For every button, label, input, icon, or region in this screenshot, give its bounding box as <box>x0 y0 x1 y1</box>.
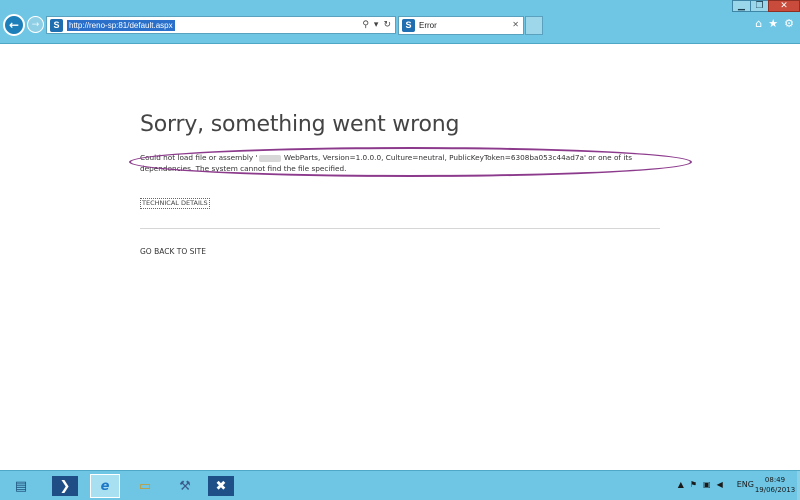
language-indicator[interactable]: ENG <box>737 480 754 489</box>
close-button[interactable]: ✕ <box>768 0 800 12</box>
flag-icon[interactable]: ⚑ <box>690 480 697 489</box>
sharepoint-config-button[interactable]: ⚒ <box>170 474 200 498</box>
page-content: Sorry, something went wrong Could not lo… <box>0 44 800 470</box>
address-bar[interactable]: S http://reno-sp:81/default.aspx ⚲ ▾ ↻ <box>46 16 396 34</box>
tools-icon: ✖ <box>215 478 227 494</box>
close-icon[interactable]: ✕ <box>512 20 519 29</box>
taskbar: ▤ ❯ e ▭ ⚒ ✖ ▲ ⚑ ▣ ◀ ENG 08:49 19/06/2013 <box>0 470 800 500</box>
folder-icon: ▭ <box>138 478 152 494</box>
url-text[interactable]: http://reno-sp:81/default.aspx <box>67 19 175 31</box>
highlight-ellipse <box>129 147 692 177</box>
chevron-up-icon[interactable]: ▲ <box>678 480 684 489</box>
sharepoint-favicon-icon: S <box>50 18 63 32</box>
technical-details-link[interactable]: TECHNICAL DETAILS <box>140 198 210 209</box>
new-tab-button[interactable] <box>525 16 543 35</box>
sharepoint-config-icon: ⚒ <box>179 478 191 494</box>
clock[interactable]: 08:49 19/06/2013 <box>754 475 796 495</box>
go-back-link[interactable]: GO BACK TO SITE <box>140 247 206 256</box>
server-manager-icon: ▤ <box>14 478 28 494</box>
file-explorer-button[interactable]: ▭ <box>130 474 160 498</box>
page-title: Sorry, something went wrong <box>140 112 460 137</box>
back-button[interactable]: ← <box>3 14 25 36</box>
address-tools: ⚲ ▾ ↻ <box>362 17 391 33</box>
forward-button[interactable]: → <box>27 16 44 33</box>
network-icon[interactable]: ▣ <box>703 480 711 489</box>
minimize-button[interactable]: ▁ <box>732 0 750 12</box>
tools-button[interactable]: ✖ <box>208 476 234 496</box>
search-icon[interactable]: ⚲ <box>362 20 369 30</box>
server-manager-button[interactable]: ▤ <box>6 474 36 498</box>
internet-explorer-icon: e <box>100 478 110 494</box>
powershell-icon: ❯ <box>59 478 71 494</box>
window-controls: ▁ ❐ ✕ <box>732 0 800 12</box>
system-tray: ▲ ⚑ ▣ ◀ ENG <box>678 480 754 489</box>
browser-toolbar-icons: ⌂ ★ ⚙ <box>755 17 794 30</box>
arrow-left-icon: ← <box>8 18 20 32</box>
clock-time: 08:49 <box>764 476 786 484</box>
browser-chrome: ▁ ❐ ✕ ← → S http://reno-sp:81/default.as… <box>0 0 800 44</box>
star-icon[interactable]: ★ <box>768 17 778 30</box>
gear-icon[interactable]: ⚙ <box>784 17 794 30</box>
home-icon[interactable]: ⌂ <box>755 17 762 30</box>
chevron-down-icon[interactable]: ▾ <box>374 20 379 30</box>
clock-date: 19/06/2013 <box>754 486 796 494</box>
divider <box>140 228 660 229</box>
refresh-icon[interactable]: ↻ <box>383 20 391 30</box>
internet-explorer-button[interactable]: e <box>90 474 120 498</box>
tab-error[interactable]: S Error ✕ <box>398 16 524 35</box>
volume-icon[interactable]: ◀ <box>717 480 723 489</box>
sharepoint-favicon-icon: S <box>402 19 415 32</box>
maximize-button[interactable]: ❐ <box>750 0 768 12</box>
powershell-button[interactable]: ❯ <box>52 476 78 496</box>
arrow-right-icon: → <box>31 19 40 30</box>
tab-title: Error <box>419 21 437 30</box>
